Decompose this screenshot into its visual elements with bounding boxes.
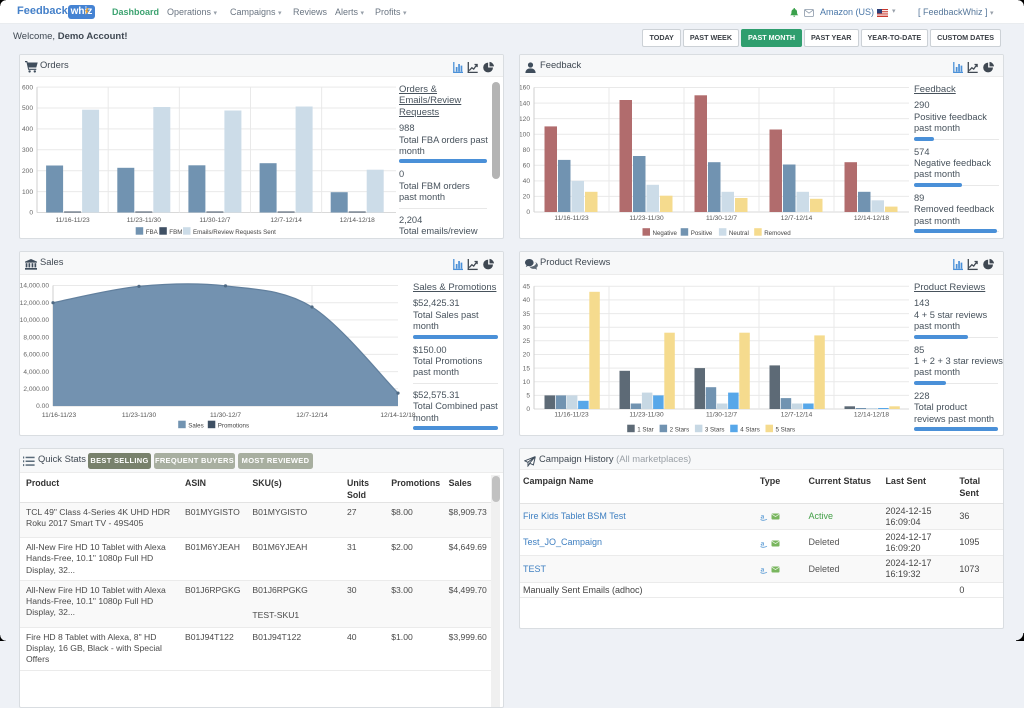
svg-text:6,000.00: 6,000.00 — [23, 352, 49, 359]
svg-text:12/7-12/14: 12/7-12/14 — [296, 412, 328, 419]
svg-text:11/16-11/23: 11/16-11/23 — [42, 412, 77, 419]
svg-text:11/23-11/30: 11/23-11/30 — [629, 412, 664, 419]
svg-text:11/16-11/23: 11/16-11/23 — [554, 412, 589, 419]
svg-text:200: 200 — [22, 168, 33, 175]
svg-text:14,000.00: 14,000.00 — [20, 283, 49, 290]
svg-text:4,000.00: 4,000.00 — [23, 369, 49, 376]
svg-text:100: 100 — [520, 131, 530, 138]
svg-text:15: 15 — [523, 365, 531, 372]
svg-text:30: 30 — [523, 324, 531, 331]
svg-text:100: 100 — [22, 189, 33, 196]
svg-text:3 Stars: 3 Stars — [705, 427, 725, 434]
svg-text:FBA: FBA — [146, 229, 159, 236]
svg-text:0: 0 — [29, 210, 33, 217]
svg-text:500: 500 — [22, 105, 33, 112]
svg-text:0.00: 0.00 — [36, 403, 49, 410]
svg-text:Emails/Review Requests Sent: Emails/Review Requests Sent — [193, 229, 276, 236]
svg-text:11/30-12/7: 11/30-12/7 — [706, 215, 737, 222]
svg-text:Negative: Negative — [653, 230, 678, 237]
svg-text:11/23-11/30: 11/23-11/30 — [122, 412, 157, 419]
svg-text:FBM: FBM — [169, 229, 182, 236]
svg-text:20: 20 — [523, 352, 531, 359]
svg-text:Removed: Removed — [764, 230, 791, 237]
svg-text:60: 60 — [523, 163, 531, 170]
svg-text:a: a — [760, 565, 764, 574]
svg-text:4 Stars: 4 Stars — [740, 427, 760, 434]
svg-text:a: a — [760, 539, 764, 548]
svg-text:2 Stars: 2 Stars — [670, 427, 690, 434]
svg-text:Promotions: Promotions — [218, 423, 249, 430]
svg-text:40: 40 — [523, 297, 531, 304]
svg-text:11/30-12/7: 11/30-12/7 — [210, 412, 241, 419]
svg-text:10: 10 — [523, 379, 531, 386]
svg-text:11/23-11/30: 11/23-11/30 — [127, 217, 162, 224]
svg-text:0: 0 — [526, 406, 530, 413]
svg-text:11/23-11/30: 11/23-11/30 — [629, 215, 664, 222]
svg-text:8,000.00: 8,000.00 — [23, 334, 49, 341]
svg-text:35: 35 — [523, 311, 531, 318]
svg-text:12/14-12/18: 12/14-12/18 — [854, 412, 890, 419]
svg-text:11/30-12/7: 11/30-12/7 — [706, 412, 737, 419]
svg-text:20: 20 — [523, 194, 531, 201]
svg-text:45: 45 — [523, 284, 531, 291]
svg-text:12/7-12/14: 12/7-12/14 — [781, 215, 813, 222]
svg-text:5 Stars: 5 Stars — [776, 427, 796, 434]
svg-text:40: 40 — [523, 178, 531, 185]
svg-text:Sales: Sales — [188, 423, 203, 430]
svg-text:Neutral: Neutral — [729, 230, 749, 237]
svg-text:12/14-12/18: 12/14-12/18 — [340, 217, 376, 224]
svg-text:12/14-12/18: 12/14-12/18 — [380, 412, 416, 419]
svg-text:140: 140 — [520, 100, 530, 107]
svg-text:10,000.00: 10,000.00 — [20, 317, 49, 324]
svg-text:12,000.00: 12,000.00 — [20, 300, 49, 307]
svg-text:12/7-12/14: 12/7-12/14 — [781, 412, 813, 419]
svg-text:a: a — [760, 512, 764, 521]
svg-text:300: 300 — [22, 147, 33, 154]
svg-text:25: 25 — [523, 338, 531, 345]
svg-text:11/16-11/23: 11/16-11/23 — [554, 215, 589, 222]
svg-text:11/30-12/7: 11/30-12/7 — [199, 217, 230, 224]
svg-text:120: 120 — [520, 116, 530, 123]
svg-text:80: 80 — [523, 147, 531, 154]
svg-text:12/14-12/18: 12/14-12/18 — [854, 215, 890, 222]
svg-text:2,000.00: 2,000.00 — [23, 386, 49, 393]
svg-text:12/7-12/14: 12/7-12/14 — [270, 217, 302, 224]
svg-text:600: 600 — [22, 84, 33, 91]
svg-text:Positive: Positive — [691, 230, 713, 237]
svg-text:11/16-11/23: 11/16-11/23 — [55, 217, 90, 224]
svg-text:0: 0 — [526, 209, 530, 216]
svg-text:5: 5 — [526, 393, 530, 400]
svg-text:160: 160 — [520, 85, 530, 92]
svg-text:400: 400 — [22, 126, 33, 133]
svg-text:1 Star: 1 Star — [637, 427, 654, 434]
